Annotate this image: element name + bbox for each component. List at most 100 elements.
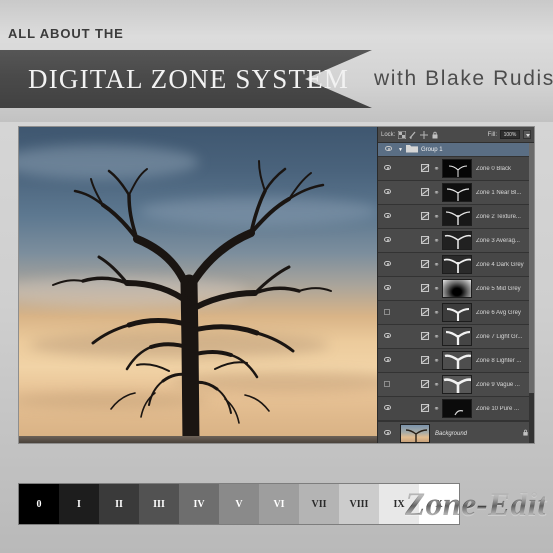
- layer-mask-thumbnail[interactable]: [442, 183, 472, 202]
- zone-swatch[interactable]: IV: [179, 484, 219, 524]
- layer-visibility-toggle[interactable]: [380, 285, 394, 292]
- zone-swatch[interactable]: VI: [259, 484, 299, 524]
- curves-adjustment-icon[interactable]: [418, 379, 431, 390]
- layer-name: Zone 5 Mid Grey: [476, 285, 521, 292]
- curves-adjustment-icon[interactable]: [418, 355, 431, 366]
- layer-visibility-toggle[interactable]: [380, 189, 394, 196]
- layer-name: Zone 9 Vague ...: [476, 381, 520, 388]
- zone-edit-logo: Zone-Edit: [405, 484, 547, 526]
- link-mask-icon[interactable]: ⚭: [431, 381, 442, 389]
- layer-mask-thumbnail[interactable]: [442, 279, 472, 298]
- header-kicker: ALL ABOUT THE: [8, 26, 124, 41]
- link-mask-icon[interactable]: ⚭: [431, 165, 442, 173]
- layer-row[interactable]: ⚭ Zone 9 Vague ...: [378, 373, 534, 397]
- layer-group-row[interactable]: ▼ Group 1: [378, 143, 534, 157]
- link-mask-icon[interactable]: ⚭: [431, 309, 442, 317]
- folder-icon: [405, 144, 418, 155]
- scrollbar-thumb[interactable]: [529, 143, 534, 393]
- layer-row[interactable]: ⚭ Zone 6 Avg Grey: [378, 301, 534, 325]
- layer-row[interactable]: ⚭ Zone 0 Black: [378, 157, 534, 181]
- lock-icon[interactable]: [431, 131, 439, 139]
- curves-adjustment-icon[interactable]: [418, 211, 431, 222]
- layer-visibility-toggle[interactable]: [380, 261, 394, 268]
- layer-mask-thumbnail[interactable]: [442, 399, 472, 418]
- layer-visibility-toggle[interactable]: [380, 333, 394, 340]
- layer-row[interactable]: ⚭ Zone 10 Pure ...: [378, 397, 534, 421]
- zone-swatch[interactable]: I: [59, 484, 99, 524]
- curves-adjustment-icon[interactable]: [418, 259, 431, 270]
- layer-name: Zone 4 Dark Grey: [476, 261, 524, 268]
- fill-value-input[interactable]: 100%: [500, 130, 520, 139]
- layer-mask-thumbnail[interactable]: [442, 303, 472, 322]
- zone-swatch[interactable]: VII: [299, 484, 339, 524]
- curves-adjustment-icon[interactable]: [418, 283, 431, 294]
- group-visibility-toggle[interactable]: [381, 146, 395, 153]
- layer-name: Zone 6 Avg Grey: [476, 309, 521, 316]
- zone-swatch[interactable]: II: [99, 484, 139, 524]
- layer-row[interactable]: ⚭ Zone 5 Mid Grey: [378, 277, 534, 301]
- layer-name: Zone 0 Black: [476, 165, 512, 172]
- brush-icon[interactable]: [409, 131, 417, 139]
- layer-row[interactable]: ⚭ Zone 3 Averag...: [378, 229, 534, 253]
- photo-canvas: [19, 127, 379, 443]
- layers-panel-toolbar: Lock: Fill: 100%: [378, 127, 534, 143]
- curves-adjustment-icon[interactable]: [418, 187, 431, 198]
- link-mask-icon[interactable]: ⚭: [431, 357, 442, 365]
- transparency-icon[interactable]: [397, 130, 407, 139]
- page-title: DIGITAL ZONE SYSTEM: [28, 64, 350, 94]
- layer-mask-thumbnail[interactable]: [442, 207, 472, 226]
- fill-label: Fill:: [487, 131, 497, 138]
- background-layer-row[interactable]: Background: [378, 421, 534, 443]
- curves-adjustment-icon[interactable]: [418, 235, 431, 246]
- link-mask-icon[interactable]: ⚭: [431, 285, 442, 293]
- layer-row[interactable]: ⚭ Zone 4 Dark Grey: [378, 253, 534, 277]
- layer-mask-thumbnail[interactable]: [442, 351, 472, 370]
- layer-mask-thumbnail[interactable]: [442, 159, 472, 178]
- panel-scrollbar[interactable]: [529, 143, 534, 443]
- fill-dropdown-icon[interactable]: [523, 130, 531, 139]
- layer-visibility-toggle[interactable]: [380, 380, 394, 389]
- layer-visibility-toggle[interactable]: [380, 237, 394, 244]
- app-screenshot: Lock: Fill: 100% ▼ Group 1 ⚭ Zone 0 Blac…: [18, 126, 535, 444]
- layer-name: Zone 1 Near Bl...: [476, 189, 522, 196]
- layer-visibility-toggle[interactable]: [380, 405, 394, 412]
- zone-swatch[interactable]: VIII: [339, 484, 379, 524]
- lock-label: Lock:: [381, 131, 396, 138]
- layer-mask-thumbnail[interactable]: [442, 375, 472, 394]
- layer-mask-thumbnail[interactable]: [442, 231, 472, 250]
- layer-row[interactable]: ⚭ Zone 2 Texture...: [378, 205, 534, 229]
- presenter-name: with Blake Rudis: [374, 67, 553, 90]
- layer-name: Zone 10 Pure ...: [476, 405, 520, 412]
- layer-visibility-toggle[interactable]: [380, 308, 394, 317]
- link-mask-icon[interactable]: ⚭: [431, 213, 442, 221]
- link-mask-icon[interactable]: ⚭: [431, 333, 442, 341]
- link-mask-icon[interactable]: ⚭: [431, 261, 442, 269]
- zone-swatch[interactable]: III: [139, 484, 179, 524]
- curves-adjustment-icon[interactable]: [418, 331, 431, 342]
- curves-adjustment-icon[interactable]: [418, 403, 431, 414]
- curves-adjustment-icon[interactable]: [418, 163, 431, 174]
- page-header: ALL ABOUT THE DIGITAL ZONE SYSTEM with B…: [0, 0, 553, 122]
- layer-visibility-toggle[interactable]: [380, 357, 394, 364]
- layer-mask-thumbnail[interactable]: [442, 255, 472, 274]
- layer-row[interactable]: ⚭ Zone 8 Lighter ...: [378, 349, 534, 373]
- layer-name: Zone 8 Lighter ...: [476, 357, 522, 364]
- zone-swatch[interactable]: V: [219, 484, 259, 524]
- link-mask-icon[interactable]: ⚭: [431, 405, 442, 413]
- background-visibility-toggle[interactable]: [380, 430, 394, 437]
- layers-panel: Lock: Fill: 100% ▼ Group 1 ⚭ Zone 0 Blac…: [377, 127, 534, 443]
- move-icon[interactable]: [420, 130, 429, 139]
- link-mask-icon[interactable]: ⚭: [431, 189, 442, 197]
- link-mask-icon[interactable]: ⚭: [431, 237, 442, 245]
- layer-name: Zone 2 Texture...: [476, 213, 521, 220]
- chevron-down-icon[interactable]: ▼: [398, 147, 403, 153]
- layer-row[interactable]: ⚭ Zone 7 Light Gr...: [378, 325, 534, 349]
- layer-mask-thumbnail[interactable]: [442, 327, 472, 346]
- curves-adjustment-icon[interactable]: [418, 307, 431, 318]
- layer-visibility-toggle[interactable]: [380, 213, 394, 220]
- background-layer-name: Background: [435, 430, 468, 437]
- layer-name: Zone 7 Light Gr...: [476, 333, 523, 340]
- layer-row[interactable]: ⚭ Zone 1 Near Bl...: [378, 181, 534, 205]
- zone-swatch[interactable]: 0: [19, 484, 59, 524]
- layer-visibility-toggle[interactable]: [380, 165, 394, 172]
